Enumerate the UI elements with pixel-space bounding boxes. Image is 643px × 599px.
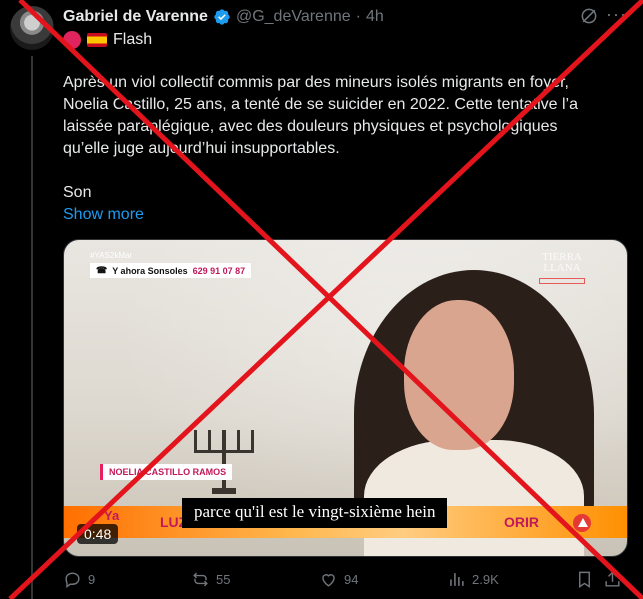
tv-phone-label: Y ahora Sonsoles bbox=[112, 265, 188, 276]
tweet-header: Gabriel de Varenne @G_deVarenne · 4h bbox=[63, 6, 384, 28]
repost-button[interactable]: 55 bbox=[191, 570, 230, 589]
tv-hashtag: #YAS2kMar bbox=[90, 251, 133, 260]
tv-channel-mark: Ya bbox=[104, 508, 120, 523]
reply-icon bbox=[65, 572, 80, 589]
tweet-actions: 9 55 94 2.9K bbox=[63, 570, 633, 592]
header-separator: · bbox=[355, 8, 361, 25]
repost-count: 55 bbox=[216, 572, 231, 587]
flash-line: Flash bbox=[63, 31, 152, 49]
share-button[interactable] bbox=[603, 570, 622, 589]
share-icon bbox=[605, 571, 620, 587]
verified-badge-icon bbox=[214, 9, 230, 25]
video-player[interactable]: #YAS2kMar ☎ Y ahora Sonsoles 629 91 07 8… bbox=[63, 239, 628, 557]
tv-name-tag: NOELIA CASTILLO RAMOS bbox=[100, 464, 233, 480]
views-button[interactable]: 2.9K bbox=[447, 570, 499, 589]
tv-show-logo-box bbox=[539, 278, 585, 284]
heart-icon bbox=[322, 574, 335, 587]
reply-button[interactable]: 9 bbox=[63, 570, 95, 589]
like-button[interactable]: 94 bbox=[319, 570, 358, 589]
author-handle[interactable]: @G_deVarenne bbox=[236, 8, 351, 26]
antena3-logo-icon bbox=[573, 514, 591, 532]
red-circle-icon bbox=[63, 31, 81, 49]
tv-phone-banner: ☎ Y ahora Sonsoles 629 91 07 87 bbox=[90, 263, 252, 278]
tv-show-logo: TIERRA LLANA bbox=[539, 252, 585, 284]
reply-count: 9 bbox=[88, 572, 96, 587]
candelabra-image bbox=[194, 430, 254, 494]
video-duration: 0:48 bbox=[77, 524, 119, 544]
views-icon bbox=[450, 573, 464, 586]
tweet-time[interactable]: 4h bbox=[366, 8, 384, 26]
views-count: 2.9K bbox=[472, 572, 499, 587]
tweet-text-tail: Son bbox=[63, 184, 92, 201]
tv-phone-number: 629 91 07 87 bbox=[192, 265, 246, 276]
bookmark-icon bbox=[579, 571, 590, 588]
flash-label: Flash bbox=[113, 31, 153, 48]
thread-line bbox=[31, 56, 33, 599]
more-options-icon[interactable]: ··· bbox=[606, 5, 628, 26]
tv-show-logo-text: TIERRA LLANA bbox=[542, 251, 582, 274]
show-more-link[interactable]: Show more bbox=[63, 204, 144, 226]
tweet-text: Après un viol collectif commis par des m… bbox=[63, 74, 578, 157]
repost-icon bbox=[193, 572, 208, 587]
tv-banner-right-text: ORIR bbox=[504, 514, 539, 530]
author-name[interactable]: Gabriel de Varenne bbox=[63, 8, 208, 26]
like-count: 94 bbox=[344, 572, 359, 587]
video-subtitle: parce qu'il est le vingt-sixième hein bbox=[182, 498, 448, 528]
phone-icon: ☎ bbox=[96, 265, 108, 275]
spain-flag-icon bbox=[87, 33, 107, 47]
bookmark-button[interactable] bbox=[575, 570, 594, 589]
avatar[interactable] bbox=[10, 6, 54, 50]
person-face bbox=[404, 300, 514, 450]
grok-icon[interactable] bbox=[579, 6, 599, 26]
